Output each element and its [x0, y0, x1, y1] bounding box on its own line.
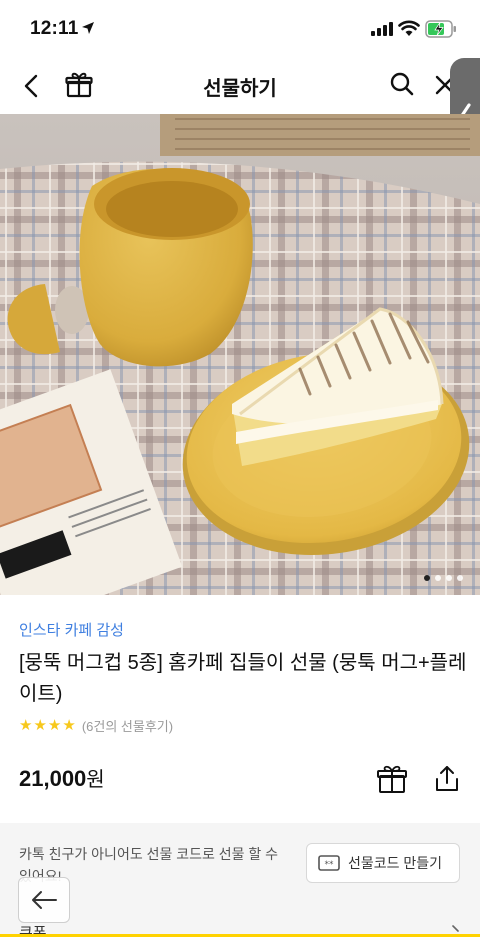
status-bar: 12:11 [0, 0, 480, 58]
star-icon: ★ [47, 716, 62, 734]
carousel-dot-active[interactable] [424, 575, 430, 581]
product-photo [0, 114, 480, 595]
create-gift-code-button[interactable]: ** 선물코드 만들기 [306, 843, 460, 883]
star-icon: ★ [62, 716, 76, 734]
star-icon: ★ [33, 716, 47, 734]
star-rating: ★ ★ ★ ★ [19, 716, 76, 734]
floating-back-button[interactable] [18, 877, 70, 923]
product-image[interactable] [0, 114, 480, 595]
carousel-indicator[interactable] [424, 575, 463, 581]
gift-code-banner: 카톡 친구가 아니어도 선물 코드로 선물 할 수 있어요! ** 선물코드 만… [0, 823, 480, 937]
review-count[interactable]: (6건의 선물후기) [82, 716, 173, 735]
product-title: [뭉뚝 머그컵 5종] 홈카페 집들이 선물 (뭉툭 머그+플레이트) [19, 652, 467, 705]
product-tagline[interactable]: 인스타 카페 감성 [19, 619, 124, 640]
create-gift-code-label: 선물코드 만들기 [348, 855, 443, 871]
rating-row[interactable]: ★ ★ ★ ★ (6건의 선물후기) [19, 716, 173, 735]
navigation-bar: 선물하기 [0, 58, 480, 114]
carousel-dot[interactable] [457, 575, 463, 581]
location-arrow-icon [82, 22, 94, 34]
gift-action-icon[interactable] [376, 764, 408, 794]
share-icon[interactable] [432, 764, 462, 794]
star-icon: ★ [19, 716, 33, 734]
arrow-left-icon [32, 891, 57, 909]
status-time: 12:11 [30, 18, 79, 39]
product-price: 21,000원 [19, 763, 105, 792]
carousel-dot[interactable] [435, 575, 441, 581]
price-unit: 원 [86, 769, 105, 791]
carousel-dot[interactable] [446, 575, 452, 581]
battery-charging-icon [425, 20, 456, 38]
search-icon[interactable] [389, 71, 415, 97]
wifi-icon [398, 20, 420, 36]
price-value: 21,000 [19, 766, 87, 791]
cellular-signal-icon [371, 22, 393, 36]
svg-text:**: ** [325, 860, 335, 870]
gift-code-icon: ** [318, 855, 340, 871]
